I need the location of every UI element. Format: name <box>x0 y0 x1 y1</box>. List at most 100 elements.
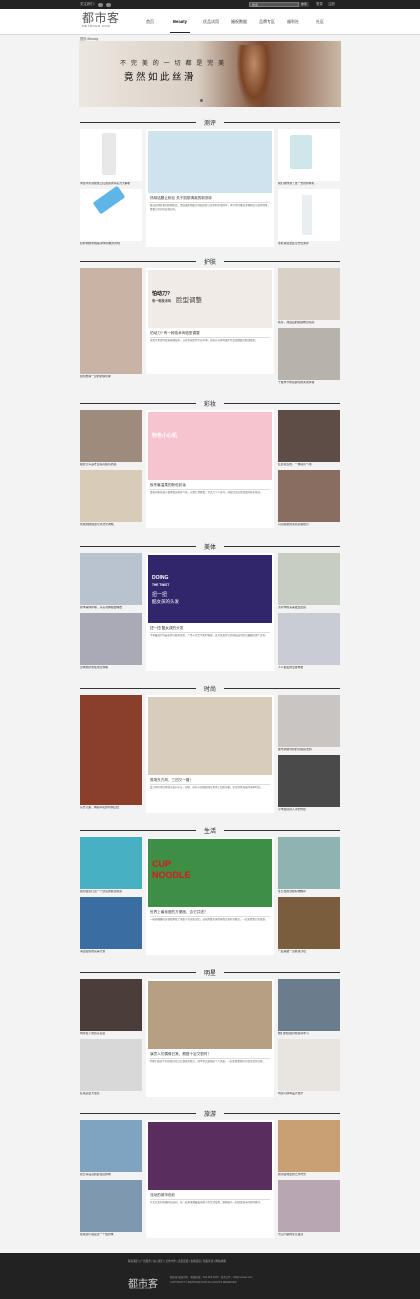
feature-title[interactable]: 流动的城市色彩 <box>150 1193 270 1198</box>
feature-title[interactable]: 热映话题让粉丝 关于肌肤清爽的新测评 <box>150 196 270 201</box>
feature-image[interactable] <box>148 131 272 193</box>
left-thumb-image[interactable] <box>80 410 142 462</box>
section-rule <box>80 972 196 973</box>
feature-title[interactable]: 世界上最卖座的方便面，合它共进？ <box>150 910 270 915</box>
right-thumb-image[interactable] <box>278 979 340 1031</box>
nav-active-indicator <box>170 32 190 33</box>
weibo-icon[interactable] <box>98 2 103 7</box>
left-thumb-caption[interactable]: 海边度假的完美计划 <box>80 950 142 953</box>
right-thumb-caption[interactable]: 秋冬，熬夜后的肌肤救急指南 <box>278 321 340 324</box>
top-bar: 关注我们： 搜索 搜索 登录 注册 <box>0 0 420 9</box>
section-title: 测评 <box>203 121 216 127</box>
feature-image[interactable] <box>148 981 272 1049</box>
left-thumb-caption[interactable]: 夏日海岛度假最佳目的地 <box>80 1173 142 1176</box>
nav-wedding[interactable]: 婚祝数据 <box>226 9 252 35</box>
left-feature-caption[interactable]: 东方元素，绚丽印花的时尚回归 <box>80 806 142 809</box>
right-thumb-image[interactable] <box>278 897 340 949</box>
right-thumb-image[interactable] <box>278 613 340 665</box>
left-thumb-caption[interactable]: 明星私下的街头造型 <box>80 1032 142 1035</box>
right-thumb-image[interactable] <box>278 837 340 889</box>
right-thumb-caption[interactable]: 一起来做一道健康沙拉 <box>278 950 340 953</box>
right-thumb-caption[interactable]: 红唇复古妆，一抹就有气场 <box>278 463 340 466</box>
right-thumb-caption[interactable]: 今季最值得入手的外套 <box>278 808 340 811</box>
right-thumb-caption[interactable]: 她们的街拍风格值得学习 <box>278 1032 340 1035</box>
left-thumb-caption[interactable]: 扔掉你的防晒霜,护体新概念防晒 <box>80 242 142 245</box>
left-thumb-caption[interactable]: 李佳琦带货绝技口红质感测评实力大解析 <box>80 182 142 185</box>
site-logo[interactable]: 都市客 METROER.COM <box>82 12 120 28</box>
right-thumb-image[interactable] <box>278 328 340 380</box>
nav-brands[interactable]: 品牌专区 <box>254 9 280 35</box>
right-thumb-caption[interactable]: 我们帮你测了这一支新护肤乳 <box>278 182 340 185</box>
right-thumb-caption[interactable]: 派对季的完美发型灵感 <box>278 606 340 609</box>
feature-divider <box>150 337 270 338</box>
left-thumb-image[interactable] <box>80 897 142 949</box>
left-thumb-caption[interactable]: 身体磨砂膏使用全攻略 <box>80 666 142 669</box>
left-thumb-caption[interactable]: 化妆刷的挑选与清洁全攻略 <box>80 523 142 526</box>
right-thumb-caption[interactable]: 闪亮眼妆的派对必备技巧 <box>278 523 340 526</box>
left-thumb-image[interactable] <box>80 1039 142 1091</box>
feature-banner-text: CUP <box>152 859 172 869</box>
right-thumb-image[interactable] <box>278 553 340 605</box>
left-feature-image[interactable] <box>80 268 142 374</box>
footer-links[interactable]: 联系我们 | 广告服务 | 加入我们 | 合作伙伴 | 意见反馈 | 友情链接 … <box>128 1259 226 1263</box>
right-thumb-image[interactable] <box>278 755 340 807</box>
right-thumb-caption[interactable]: 明星同款单品大搜罗 <box>278 1092 340 1095</box>
nav-community[interactable]: 社区 <box>310 9 330 35</box>
right-thumb-image[interactable] <box>278 1039 340 1091</box>
left-feature-image[interactable] <box>80 695 142 805</box>
feature-title[interactable]: 演员人们偶像日常，靓搭十足又很时！ <box>150 1052 270 1057</box>
left-thumb-image[interactable] <box>80 1120 142 1172</box>
left-thumb-caption[interactable]: 在湖边小镇度过一个慢周末 <box>80 1233 142 1236</box>
left-thumb-caption[interactable]: 红毯造型大盘点 <box>80 1092 142 1095</box>
section-rule <box>80 122 196 123</box>
feature-title[interactable]: 怕动刀? 有一种技术叫脸型调整 <box>150 331 270 336</box>
left-thumb-caption[interactable]: 夏季美体护理，从头到脚都要精致 <box>80 606 142 609</box>
search-button[interactable]: 搜索 <box>299 2 309 7</box>
feature-title[interactable]: 秀场东方风，三四又一春！ <box>150 778 270 783</box>
right-thumb-image[interactable] <box>278 268 340 320</box>
left-thumb-image[interactable] <box>80 470 142 522</box>
right-thumb-image[interactable] <box>278 1180 340 1232</box>
section-rule <box>80 830 196 831</box>
left-feature-caption[interactable]: 如何整理一身的护肤步骤 <box>80 375 142 378</box>
banner-dot[interactable] <box>206 99 209 102</box>
login-link[interactable]: 登录 <box>316 0 323 9</box>
left-thumb-image[interactable] <box>80 979 142 1031</box>
nav-welfare[interactable]: 福利社 <box>282 9 304 35</box>
right-thumb-image[interactable] <box>278 695 340 747</box>
feature-image[interactable] <box>148 1122 272 1190</box>
hero-banner[interactable] <box>79 41 341 107</box>
feature-image[interactable] <box>148 697 272 775</box>
section-title: 时尚 <box>203 687 216 693</box>
feature-divider <box>150 202 270 203</box>
right-thumb-caption[interactable]: 干燥季节修复屏障的关键步骤 <box>278 381 340 384</box>
section-rule <box>80 688 196 689</box>
right-thumb-caption[interactable]: 人人都爱的温柔卷发 <box>278 666 340 669</box>
left-thumb-image[interactable] <box>80 553 142 605</box>
nav-home[interactable]: 首页 <box>140 9 160 35</box>
product-bottle <box>290 135 312 169</box>
right-thumb-caption[interactable]: 水乳保湿套装全方位测评 <box>278 242 340 245</box>
left-thumb-image[interactable] <box>80 1180 142 1232</box>
register-link[interactable]: 注册 <box>328 0 335 9</box>
right-thumb-caption[interactable]: 雪山小镇的冬日童话 <box>278 1233 340 1236</box>
left-thumb-caption[interactable]: 如何在家打造一个舒适的健身角落 <box>80 890 142 893</box>
left-thumb-image[interactable] <box>80 837 142 889</box>
left-thumb-caption[interactable]: 眼影怎么画才显得高级有质感 <box>80 463 142 466</box>
search-input[interactable]: 搜索 <box>249 2 299 7</box>
feature-title[interactable]: 扭一扭 酷女孩的头发 <box>150 626 270 631</box>
left-thumb-image[interactable] <box>80 613 142 665</box>
feature-title[interactable]: 秋冬最温柔的粉色彩妆 <box>150 483 270 488</box>
wechat-icon[interactable] <box>106 2 111 7</box>
feature-divider <box>150 632 270 633</box>
banner-dot[interactable] <box>200 99 203 102</box>
right-thumb-caption[interactable]: 欧洲古城里的艺术时光 <box>278 1173 340 1176</box>
feature-image[interactable] <box>148 412 272 480</box>
right-thumb-caption[interactable]: 都市通勤穿搭的高级感法则 <box>278 748 340 751</box>
right-thumb-image[interactable] <box>278 410 340 462</box>
right-thumb-image[interactable] <box>278 1120 340 1172</box>
right-thumb-caption[interactable]: 冬日里的温暖好物推荐 <box>278 890 340 893</box>
feature-image[interactable] <box>148 555 272 623</box>
right-thumb-image[interactable] <box>278 470 340 522</box>
nav-trial[interactable]: 优品试用 <box>198 9 224 35</box>
